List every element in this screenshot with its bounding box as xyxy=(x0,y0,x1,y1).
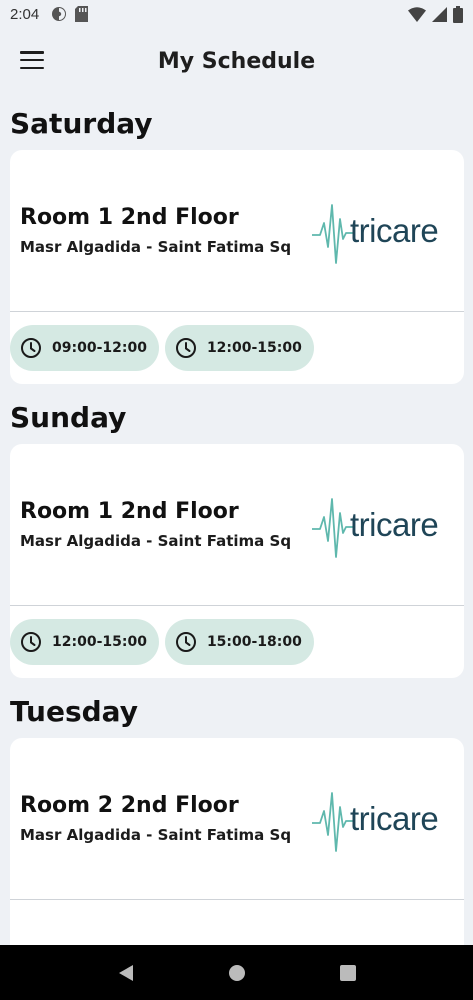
time-slot-label: 12:00-15:00 xyxy=(206,340,302,356)
clock-icon xyxy=(20,631,42,653)
vpn-key-icon xyxy=(52,7,67,21)
status-bar: 2:04 xyxy=(0,0,473,28)
clock-icon xyxy=(175,337,197,359)
back-icon[interactable] xyxy=(106,953,146,993)
time-slot-chip[interactable]: 12:00-15:00 xyxy=(164,325,314,371)
schedule-list[interactable]: Saturday Room 1 2nd Floor Masr Algadida - … xyxy=(0,100,473,945)
page-title: My Schedule xyxy=(157,48,316,74)
hamburger-menu-icon[interactable] xyxy=(18,48,46,72)
room-name: Room 1 2nd Floor xyxy=(20,499,239,524)
time-slots xyxy=(10,900,464,945)
clinic-location: Masr Algadida - Saint Fatima Sq xyxy=(20,532,292,550)
schedule-card[interactable]: Room 1 2nd Floor Masr Algadida - Saint Fa… xyxy=(10,444,464,678)
status-right-icons xyxy=(408,5,463,23)
home-icon[interactable] xyxy=(217,953,257,993)
recents-icon[interactable] xyxy=(328,953,368,993)
time-slot-label: 12:00-15:00 xyxy=(52,634,147,650)
system-nav-bar xyxy=(0,945,473,1000)
card-header: Room 1 2nd Floor Masr Algadida - Saint Fa… xyxy=(10,444,464,606)
card-header: Room 1 2nd Floor Masr Algadida - Saint Fa… xyxy=(10,150,464,312)
tricare-logo: tricare xyxy=(312,783,458,855)
sd-card-icon xyxy=(75,6,89,22)
screen: 2:04 My Schedule Saturday Room 1 2nd Flo… xyxy=(0,0,473,1000)
logo-text: tricare xyxy=(350,211,439,249)
time-slot-chip[interactable]: 12:00-15:00 xyxy=(10,619,159,665)
status-time: 2:04 xyxy=(10,5,40,23)
time-slot-label: 09:00-12:00 xyxy=(52,340,147,356)
clock-icon xyxy=(20,337,42,359)
card-text: Room 2 2nd Floor Masr Algadida - Saint Fa… xyxy=(20,793,312,844)
room-name: Room 1 2nd Floor xyxy=(20,205,239,230)
time-slot-label: 15:00-18:00 xyxy=(206,634,302,650)
day-heading: Saturday xyxy=(10,107,153,140)
day-section: Sunday Room 1 2nd Floor Masr Algadida - Sa… xyxy=(0,394,473,678)
logo-text: tricare xyxy=(350,505,439,543)
room-name: Room 2 2nd Floor xyxy=(20,793,239,818)
day-section: Tuesday Room 2 2nd Floor Masr Algadida - S… xyxy=(0,688,473,945)
card-text: Room 1 2nd Floor Masr Algadida - Saint Fa… xyxy=(20,205,312,256)
day-heading: Sunday xyxy=(10,401,127,434)
time-slots: 09:00-12:00 12:00-15:00 xyxy=(10,312,464,384)
schedule-card[interactable]: Room 2 2nd Floor Masr Algadida - Saint Fa… xyxy=(10,738,464,945)
time-slot-chip[interactable]: 09:00-12:00 xyxy=(10,325,159,371)
battery-icon xyxy=(453,5,463,23)
clinic-location: Masr Algadida - Saint Fatima Sq xyxy=(20,826,292,844)
logo-text: tricare xyxy=(350,799,439,837)
wifi-icon xyxy=(408,6,426,22)
card-header: Room 2 2nd Floor Masr Algadida - Saint Fa… xyxy=(10,738,464,900)
day-heading: Tuesday xyxy=(10,695,138,728)
cell-signal-icon xyxy=(432,6,447,22)
time-slot-chip[interactable]: 15:00-18:00 xyxy=(164,619,314,665)
status-left-icons xyxy=(51,6,89,22)
clock-icon xyxy=(175,631,197,653)
tricare-logo: tricare xyxy=(312,195,458,267)
day-section: Saturday Room 1 2nd Floor Masr Algadida - … xyxy=(0,100,473,384)
app-bar: My Schedule xyxy=(0,36,473,86)
schedule-card[interactable]: Room 1 2nd Floor Masr Algadida - Saint Fa… xyxy=(10,150,464,384)
clinic-location: Masr Algadida - Saint Fatima Sq xyxy=(20,238,292,256)
tricare-logo: tricare xyxy=(312,489,458,561)
time-slots: 12:00-15:00 15:00-18:00 xyxy=(10,606,464,678)
card-text: Room 1 2nd Floor Masr Algadida - Saint Fa… xyxy=(20,499,312,550)
